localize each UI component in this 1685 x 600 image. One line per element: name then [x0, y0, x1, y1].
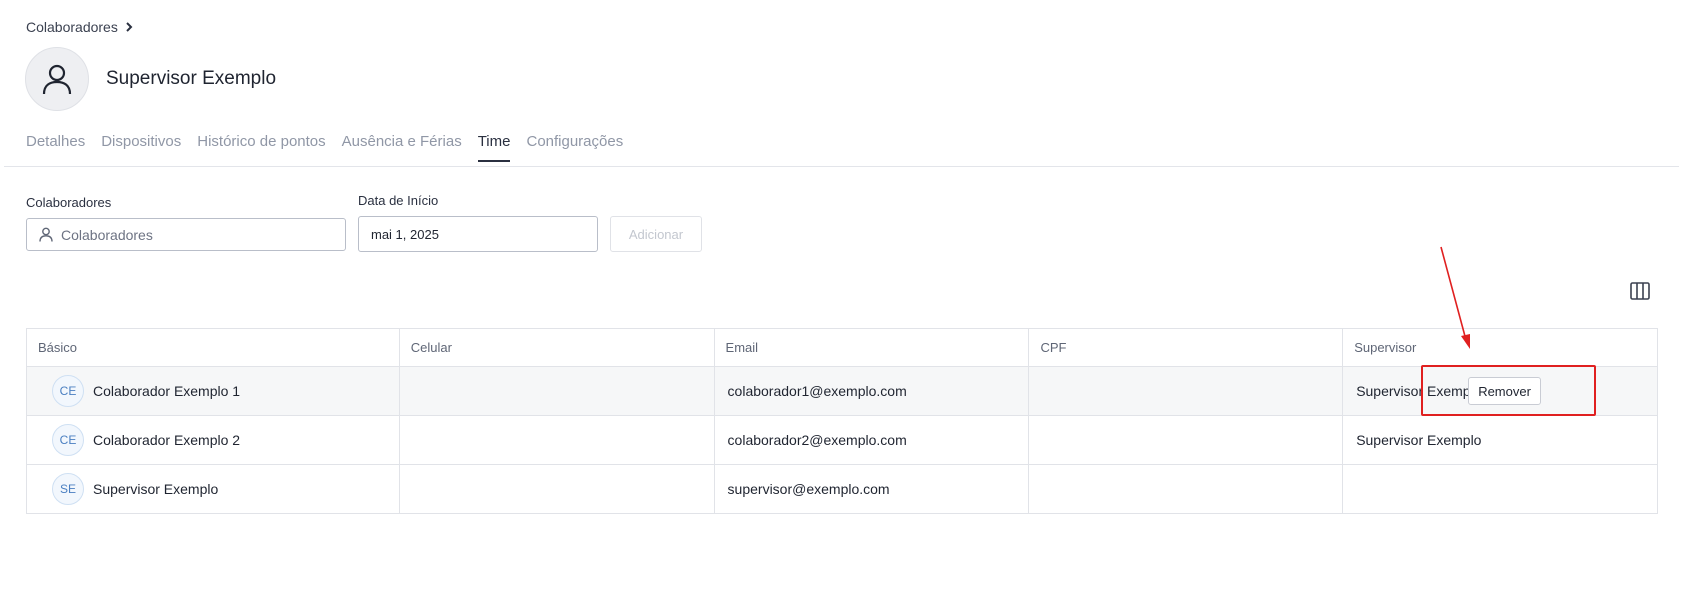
column-header-celular[interactable]: Celular [398, 328, 715, 367]
collaborator-name: Supervisor Exemplo [93, 481, 219, 497]
remove-button[interactable]: Remover [1468, 377, 1541, 405]
tab-detalhes[interactable]: Detalhes [26, 133, 85, 162]
supervisor-cell: Supervisor Exemplo [1342, 415, 1658, 465]
supervisor-name: Supervisor Exemplo [1356, 383, 1482, 399]
initials-avatar: CE [52, 375, 84, 407]
tabs-divider [4, 166, 1679, 167]
phone-cell [398, 415, 715, 465]
team-table: Básico Celular Email CPF Supervisor CE C… [26, 328, 1658, 514]
supervisor-cell: Supervisor Exemplo Remover [1342, 366, 1658, 416]
tab-historico-pontos[interactable]: Histórico de pontos [197, 133, 325, 162]
start-date-field[interactable]: mai 1, 2025 [358, 216, 598, 252]
table-row[interactable]: CE Colaborador Exemplo 2 colaborador2@ex… [26, 415, 1658, 465]
user-icon [39, 227, 53, 242]
tab-dispositivos[interactable]: Dispositivos [101, 133, 181, 162]
column-header-cpf[interactable]: CPF [1028, 328, 1344, 367]
start-date-label: Data de Início [358, 193, 439, 208]
collaborators-placeholder: Colaboradores [61, 226, 153, 243]
supervisor-cell [1342, 464, 1658, 514]
tab-bar: Detalhes Dispositivos Histórico de ponto… [26, 133, 623, 162]
collaborators-select[interactable]: Colaboradores [26, 218, 346, 251]
user-icon [42, 64, 72, 95]
cpf-cell [1028, 464, 1344, 514]
basic-cell: CE Colaborador Exemplo 2 [26, 415, 400, 465]
column-header-supervisor[interactable]: Supervisor [1342, 328, 1658, 367]
phone-cell [398, 464, 715, 514]
email-cell: colaborador2@exemplo.com [713, 415, 1030, 465]
basic-cell: SE Supervisor Exemplo [26, 464, 400, 514]
phone-cell [398, 366, 715, 416]
collaborators-label: Colaboradores [26, 195, 112, 210]
page-title: Supervisor Exemplo [106, 68, 277, 89]
initials-avatar: CE [52, 424, 84, 456]
basic-cell: CE Colaborador Exemplo 1 [26, 366, 400, 416]
avatar [25, 47, 89, 111]
collaborator-name: Colaborador Exemplo 2 [93, 432, 241, 448]
columns-icon[interactable] [1630, 282, 1650, 300]
email-cell: supervisor@exemplo.com [713, 464, 1030, 514]
table-row[interactable]: CE Colaborador Exemplo 1 colaborador1@ex… [26, 366, 1658, 416]
add-button[interactable]: Adicionar [610, 216, 702, 252]
tab-ausencia-ferias[interactable]: Ausência e Férias [342, 133, 462, 162]
breadcrumb[interactable]: Colaboradores [26, 19, 134, 35]
column-header-email[interactable]: Email [713, 328, 1030, 367]
table-header-row: Básico Celular Email CPF Supervisor [26, 328, 1658, 367]
cpf-cell [1028, 415, 1344, 465]
tab-time[interactable]: Time [477, 133, 511, 162]
table-row[interactable]: SE Supervisor Exemplo supervisor@exemplo… [26, 464, 1658, 514]
email-cell: colaborador1@exemplo.com [713, 366, 1030, 416]
breadcrumb-label[interactable]: Colaboradores [26, 19, 118, 35]
tab-configuracoes[interactable]: Configurações [526, 133, 623, 162]
collaborator-name: Colaborador Exemplo 1 [93, 383, 241, 399]
initials-avatar: SE [52, 473, 84, 505]
chevron-right-icon [126, 22, 133, 32]
cpf-cell [1028, 366, 1344, 416]
column-header-basico[interactable]: Básico [26, 328, 400, 367]
